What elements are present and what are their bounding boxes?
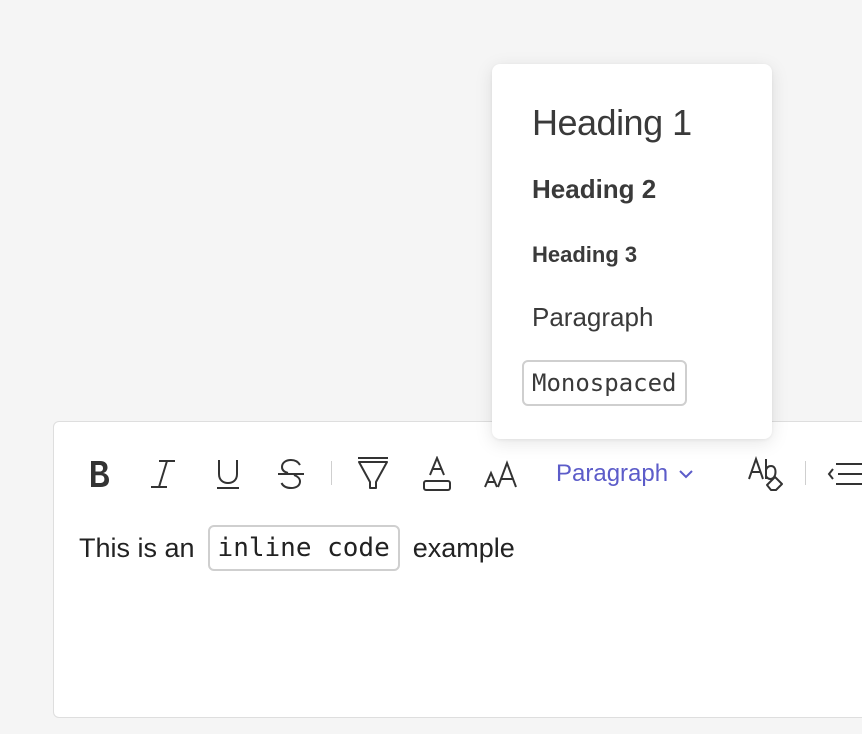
strikethrough-button[interactable] [274, 452, 308, 496]
text-color-icon [423, 456, 451, 491]
indent-icon [827, 463, 862, 485]
content-text-before: This is an [79, 532, 195, 563]
underline-button[interactable] [211, 452, 245, 496]
italic-icon [151, 460, 175, 488]
font-size-icon [484, 460, 517, 488]
dropdown-item-heading-1[interactable]: Heading 1 [532, 102, 692, 144]
font-size-button[interactable] [482, 452, 520, 496]
toolbar-separator [805, 461, 806, 485]
highlight-icon [358, 457, 388, 489]
block-type-select[interactable]: Paragraph [556, 454, 694, 494]
block-type-label: Paragraph [556, 460, 669, 487]
clear-format-icon [748, 455, 783, 491]
editor-content[interactable]: This is an inline code example [79, 525, 515, 571]
dropdown-item-monospaced[interactable]: Monospaced [522, 360, 687, 406]
strikethrough-icon [278, 458, 304, 490]
dropdown-item-paragraph[interactable]: Paragraph [532, 302, 653, 333]
content-text-after: example [412, 532, 515, 563]
clear-format-button[interactable] [746, 452, 786, 496]
italic-button[interactable] [146, 452, 180, 496]
underline-icon [217, 460, 239, 489]
dropdown-item-heading-3[interactable]: Heading 3 [532, 242, 637, 268]
chevron-down-icon [679, 470, 693, 479]
highlight-button[interactable] [354, 452, 392, 496]
text-color-button[interactable] [420, 452, 454, 496]
inline-code: inline code [207, 525, 400, 571]
rich-text-editor: Paragraph This is an inline code example [53, 421, 862, 718]
dropdown-item-heading-2[interactable]: Heading 2 [532, 174, 656, 205]
block-type-dropdown: Heading 1 Heading 2 Heading 3 Paragraph … [492, 64, 772, 439]
bold-button[interactable] [82, 452, 116, 496]
bold-icon [91, 461, 109, 487]
indent-button[interactable] [826, 452, 862, 496]
toolbar-separator [331, 461, 332, 485]
